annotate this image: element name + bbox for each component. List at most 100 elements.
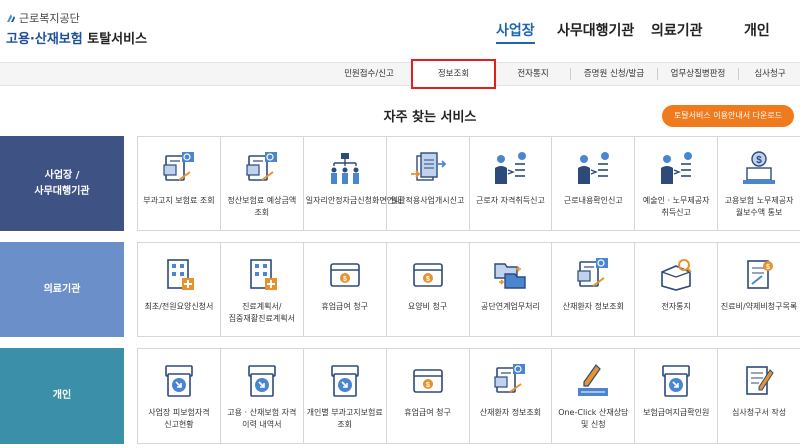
service-label: 부과고지 보험료 조회 [143,196,215,205]
svg-text:$: $ [426,382,430,389]
box-arrow-icon [662,365,690,397]
service-tile[interactable]: 최초/전원요양신청서 [137,243,220,336]
service-tile[interactable]: 진료계획서/집중재활진료계획서 [219,243,303,336]
svg-text:$: $ [756,155,762,166]
service-tile[interactable]: 개인별 부과고지보험료 조회 [302,349,386,443]
service-label: 산재환자 정보조회 [562,302,625,311]
service-label: 진료계획서/집중재활진료계획서 [228,302,295,323]
header: 근로복지공단 고용·산재보험 토탈서비스 사업장 사무대행기관 의료기관 개인 [0,0,800,62]
service-row-medical: 의료기관 최초/전원요양신청서 진료계획서/집중재활진료계획서 $ 휴업급여 청구… [0,242,800,337]
service-tile[interactable]: $ 휴업급여 청구 [385,349,469,443]
service-label: 휴업급여 청구 [404,408,451,417]
box-arrow-icon [248,365,276,397]
subnav-info-inquiry[interactable]: 정보조회 [411,59,496,89]
document-search-icon [494,364,526,393]
service-label: 근로내용확인신고 [563,196,623,205]
laptop-money-icon: $ [743,151,776,184]
subnav-review-claim[interactable]: 심사청구 [742,63,798,85]
row-label: 의료기관 [0,242,124,337]
topnav-business[interactable]: 사업장 [496,20,535,44]
service-row-business: 사업장 / 사무대행기관 부과고지 보험료 조회 정산보험료 예상금액 조회 일… [0,136,800,231]
service-label: One-Click 산재상담 및 신청 [558,408,629,429]
money-box-icon: $ [412,369,443,393]
service-tile[interactable]: One-Click 산재상담 및 신청 [551,349,634,443]
svg-text:$: $ [426,276,430,283]
hospital-document-icon [167,259,194,290]
stacked-documents-arrow-icon [410,152,446,181]
service-tile[interactable]: 예술인 · 노무제공자 취득신고 [634,137,717,230]
org-chart-people-icon [330,153,359,184]
document-search-icon [246,152,277,181]
topnav-medical[interactable]: 의료기관 [651,20,703,40]
service-label: 고용 · 산재보험 자격 이력 내역서 [227,408,297,429]
subnav-certificate[interactable]: 증명원 신청/발급 [572,63,656,85]
hospital-document-icon [250,259,277,290]
svg-text:$: $ [766,264,770,271]
subnav-disease-judgement[interactable]: 업무상질병판정 [659,63,737,85]
person-list-icon [661,152,693,184]
service-tile[interactable]: $ 진료비/약제비청구목록 [717,243,800,336]
service-tile[interactable]: 산재환자 정보조회 [468,349,552,443]
service-label: 공단연계업무처리 [480,302,540,311]
service-tile[interactable]: 공단연계업무처리 [468,243,552,336]
sub-navigation: 민원접수/신고 정보조회 전자통지 증명원 신청/발급 업무상질병판정 심사청구 [0,59,800,89]
subnav-divider [570,68,571,80]
service-label: 일괄적용사업개시신고 [390,196,465,205]
service-label: 산재환자 정보조회 [479,408,542,417]
service-label: 고용보험 노무제공자 월보수액 통보 [724,196,794,217]
service-label: 근로자 자격취득신고 [476,196,545,205]
service-label: 심사청구서 작성 [732,408,787,417]
folder-exchange-icon [494,263,527,289]
service-tile[interactable]: 산재환자 정보조회 [551,243,634,336]
service-grid: 최초/전원요양신청서 진료계획서/집중재활진료계획서 $ 휴업급여 청구 $ 요양비… [137,242,800,337]
service-tile[interactable]: 부과고지 보험료 조회 [137,137,220,230]
service-label: 정산보험료 예상금액 조회 [227,196,297,217]
service-grid: 부과고지 보험료 조회 정산보험료 예상금액 조회 일자리안정자금신청화면안내 … [137,136,800,231]
service-label: 예술인 · 노무제공자 취득신고 [642,196,710,217]
person-list-icon [495,152,527,184]
service-label: 사업장 피보험자격 신고현황 [148,408,210,429]
box-arrow-icon [330,365,359,397]
service-row-personal: 개인 사업장 피보험자격 신고현황 고용 · 산재보험 자격 이력 내역서 개인… [0,348,800,444]
service-label: 보험급여지급확인원 [643,408,710,417]
service-label: 요양비 청구 [407,302,448,311]
service-label: 일자리안정자금신청화면안내 [305,196,402,205]
pen-touch-icon [578,364,609,396]
box-search-icon [661,259,692,291]
service-tile[interactable]: $ 휴업급여 청구 [302,243,386,336]
service-label: 최초/전원요양신청서 [144,302,214,311]
service-tile[interactable]: 심사청구서 작성 [717,349,800,443]
service-tile[interactable]: 고용 · 산재보험 자격 이력 내역서 [219,349,303,443]
service-tile[interactable]: 정산보험료 예상금액 조회 [219,137,303,230]
guide-download-button[interactable]: 토탈서비스 이용안내서 다운로드 [662,105,794,127]
money-box-icon: $ [329,263,360,287]
row-label: 개인 [0,348,124,444]
person-list-icon [578,152,610,184]
document-search-icon [163,152,194,181]
service-label: 휴업급여 청구 [321,302,369,311]
service-label: 개인별 부과고지보험료 조회 [306,408,383,429]
subnav-divider [657,68,658,80]
service-tile[interactable]: 근로자 자격취득신고 [468,137,552,230]
service-tile[interactable]: $ 고용보험 노무제공자 월보수액 통보 [717,137,800,230]
document-search-icon [577,258,609,287]
topnav-personal[interactable]: 개인 [744,20,770,40]
service-tile[interactable]: 보험급여지급확인원 [634,349,717,443]
service-tile[interactable]: 전자통지 [634,243,717,336]
topnav-agency[interactable]: 사무대행기관 [557,20,634,40]
service-tile[interactable]: 일괄적용사업개시신고 [385,137,469,230]
top-navigation: 사업장 사무대행기관 의료기관 개인 [0,20,800,44]
service-tile[interactable]: 사업장 피보험자격 신고현황 [137,349,220,443]
subnav-complaint[interactable]: 민원접수/신고 [330,63,408,85]
document-money-icon: $ [747,260,774,289]
subnav-e-notice[interactable]: 전자통지 [497,63,569,85]
service-tile[interactable]: 근로내용확인신고 [551,137,634,230]
subnav-divider [738,68,739,80]
document-pen-icon [746,366,774,395]
service-label: 전자통지 [661,302,691,311]
service-tile[interactable]: $ 요양비 청구 [385,243,469,336]
service-tile[interactable]: 일자리안정자금신청화면안내 [302,137,402,230]
box-arrow-icon [165,365,193,397]
money-box-icon: $ [412,263,443,287]
service-grid: 사업장 피보험자격 신고현황 고용 · 산재보험 자격 이력 내역서 개인별 부… [137,348,800,444]
